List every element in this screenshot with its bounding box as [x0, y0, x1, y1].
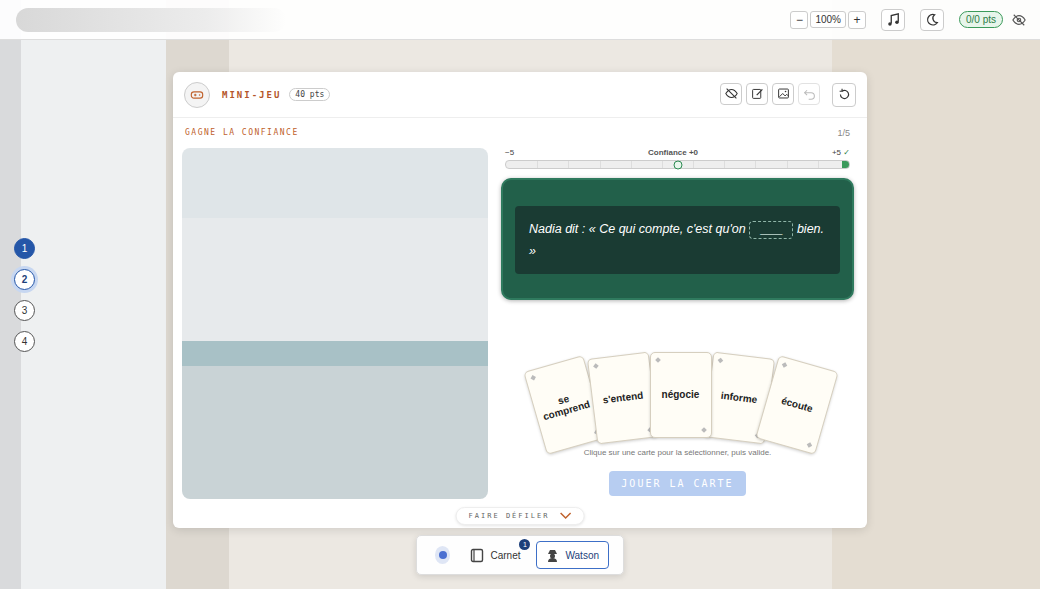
gamepad-icon: [190, 88, 204, 102]
meter-knob: [673, 160, 682, 169]
scroll-button[interactable]: FAIRE DÉFILER: [456, 507, 585, 525]
score-badge: 0/0 pts: [959, 11, 1003, 28]
music-button[interactable]: [881, 9, 905, 31]
game-title: GAGNE LA CONFIANCE: [185, 128, 299, 138]
word-card[interactable]: s'entend: [586, 352, 658, 445]
meter-min: −5: [505, 148, 514, 157]
round-counter: 1/5: [837, 128, 850, 138]
dialogue-box: Nadia dit : « Ce qui compte, c'est qu'on…: [501, 178, 854, 300]
zoom-value: 100%: [810, 11, 846, 28]
word-card[interactable]: négocie: [650, 352, 712, 438]
zoom-in-button[interactable]: +: [848, 11, 866, 29]
tool-button[interactable]: [832, 83, 856, 107]
chevron-down-icon: [559, 512, 571, 520]
blurred-title: [16, 8, 286, 32]
page: − 100% + 0/0 pts 1 2 3 4 MINI-JEU 40 pts GA…: [0, 0, 1040, 589]
tool-button[interactable]: [798, 83, 820, 105]
card-hand: se comprend s'entend négocie informe éco…: [505, 352, 850, 444]
zoom-out-button[interactable]: −: [790, 11, 808, 29]
music-icon: [886, 13, 900, 27]
top-bar: − 100% + 0/0 pts: [0, 0, 1040, 40]
game-badge: [184, 82, 210, 108]
status-button[interactable]: [435, 546, 450, 564]
detective-icon: [546, 548, 559, 562]
answer-slot[interactable]: ____: [749, 221, 793, 239]
notebook-badge: 1: [519, 539, 530, 550]
hide-button[interactable]: [1012, 13, 1026, 27]
tool-button[interactable]: [772, 83, 794, 105]
step-item[interactable]: 1: [14, 238, 35, 259]
step-item[interactable]: 2: [14, 269, 35, 290]
mini-game-card: MINI-JEU 40 pts GAGNE LA CONFIANCE 1/5 −…: [173, 72, 867, 528]
notebook-button[interactable]: Carnet 1: [466, 548, 524, 563]
dialogue-text: Nadia dit : « Ce qui compte, c'est qu'on…: [529, 222, 824, 258]
undo-icon: [803, 87, 816, 100]
reset-icon: [838, 88, 851, 101]
bottom-dock: Carnet 1 Watson: [416, 535, 624, 575]
zoom-control: − 100% +: [790, 11, 866, 29]
points-badge: 40 pts: [289, 88, 330, 101]
pencil-icon: [751, 87, 764, 100]
step-item[interactable]: 3: [14, 300, 35, 321]
tool-button[interactable]: [720, 83, 742, 105]
meter-track: [505, 160, 850, 169]
confidence-meter: −5 Confiance +0 +5 ✓: [505, 148, 850, 169]
image-icon: [777, 87, 790, 100]
step-item[interactable]: 4: [14, 331, 35, 352]
tool-button[interactable]: [746, 83, 768, 105]
meter-label: Confiance +0: [648, 148, 698, 157]
scene-photo: [182, 148, 488, 499]
theme-button[interactable]: [920, 9, 944, 31]
eye-off-icon: [725, 87, 738, 100]
assistant-button[interactable]: Watson: [536, 541, 609, 569]
notebook-icon: [470, 548, 484, 563]
step-list: 1 2 3 4: [14, 238, 35, 352]
game-kicker: MINI-JEU: [222, 90, 281, 100]
card-header: MINI-JEU 40 pts: [173, 72, 867, 118]
eye-off-icon: [1012, 13, 1026, 27]
play-card-button[interactable]: JOUER LA CARTE: [609, 471, 745, 496]
meter-max: +5 ✓: [832, 148, 850, 157]
moon-icon: [925, 13, 939, 27]
